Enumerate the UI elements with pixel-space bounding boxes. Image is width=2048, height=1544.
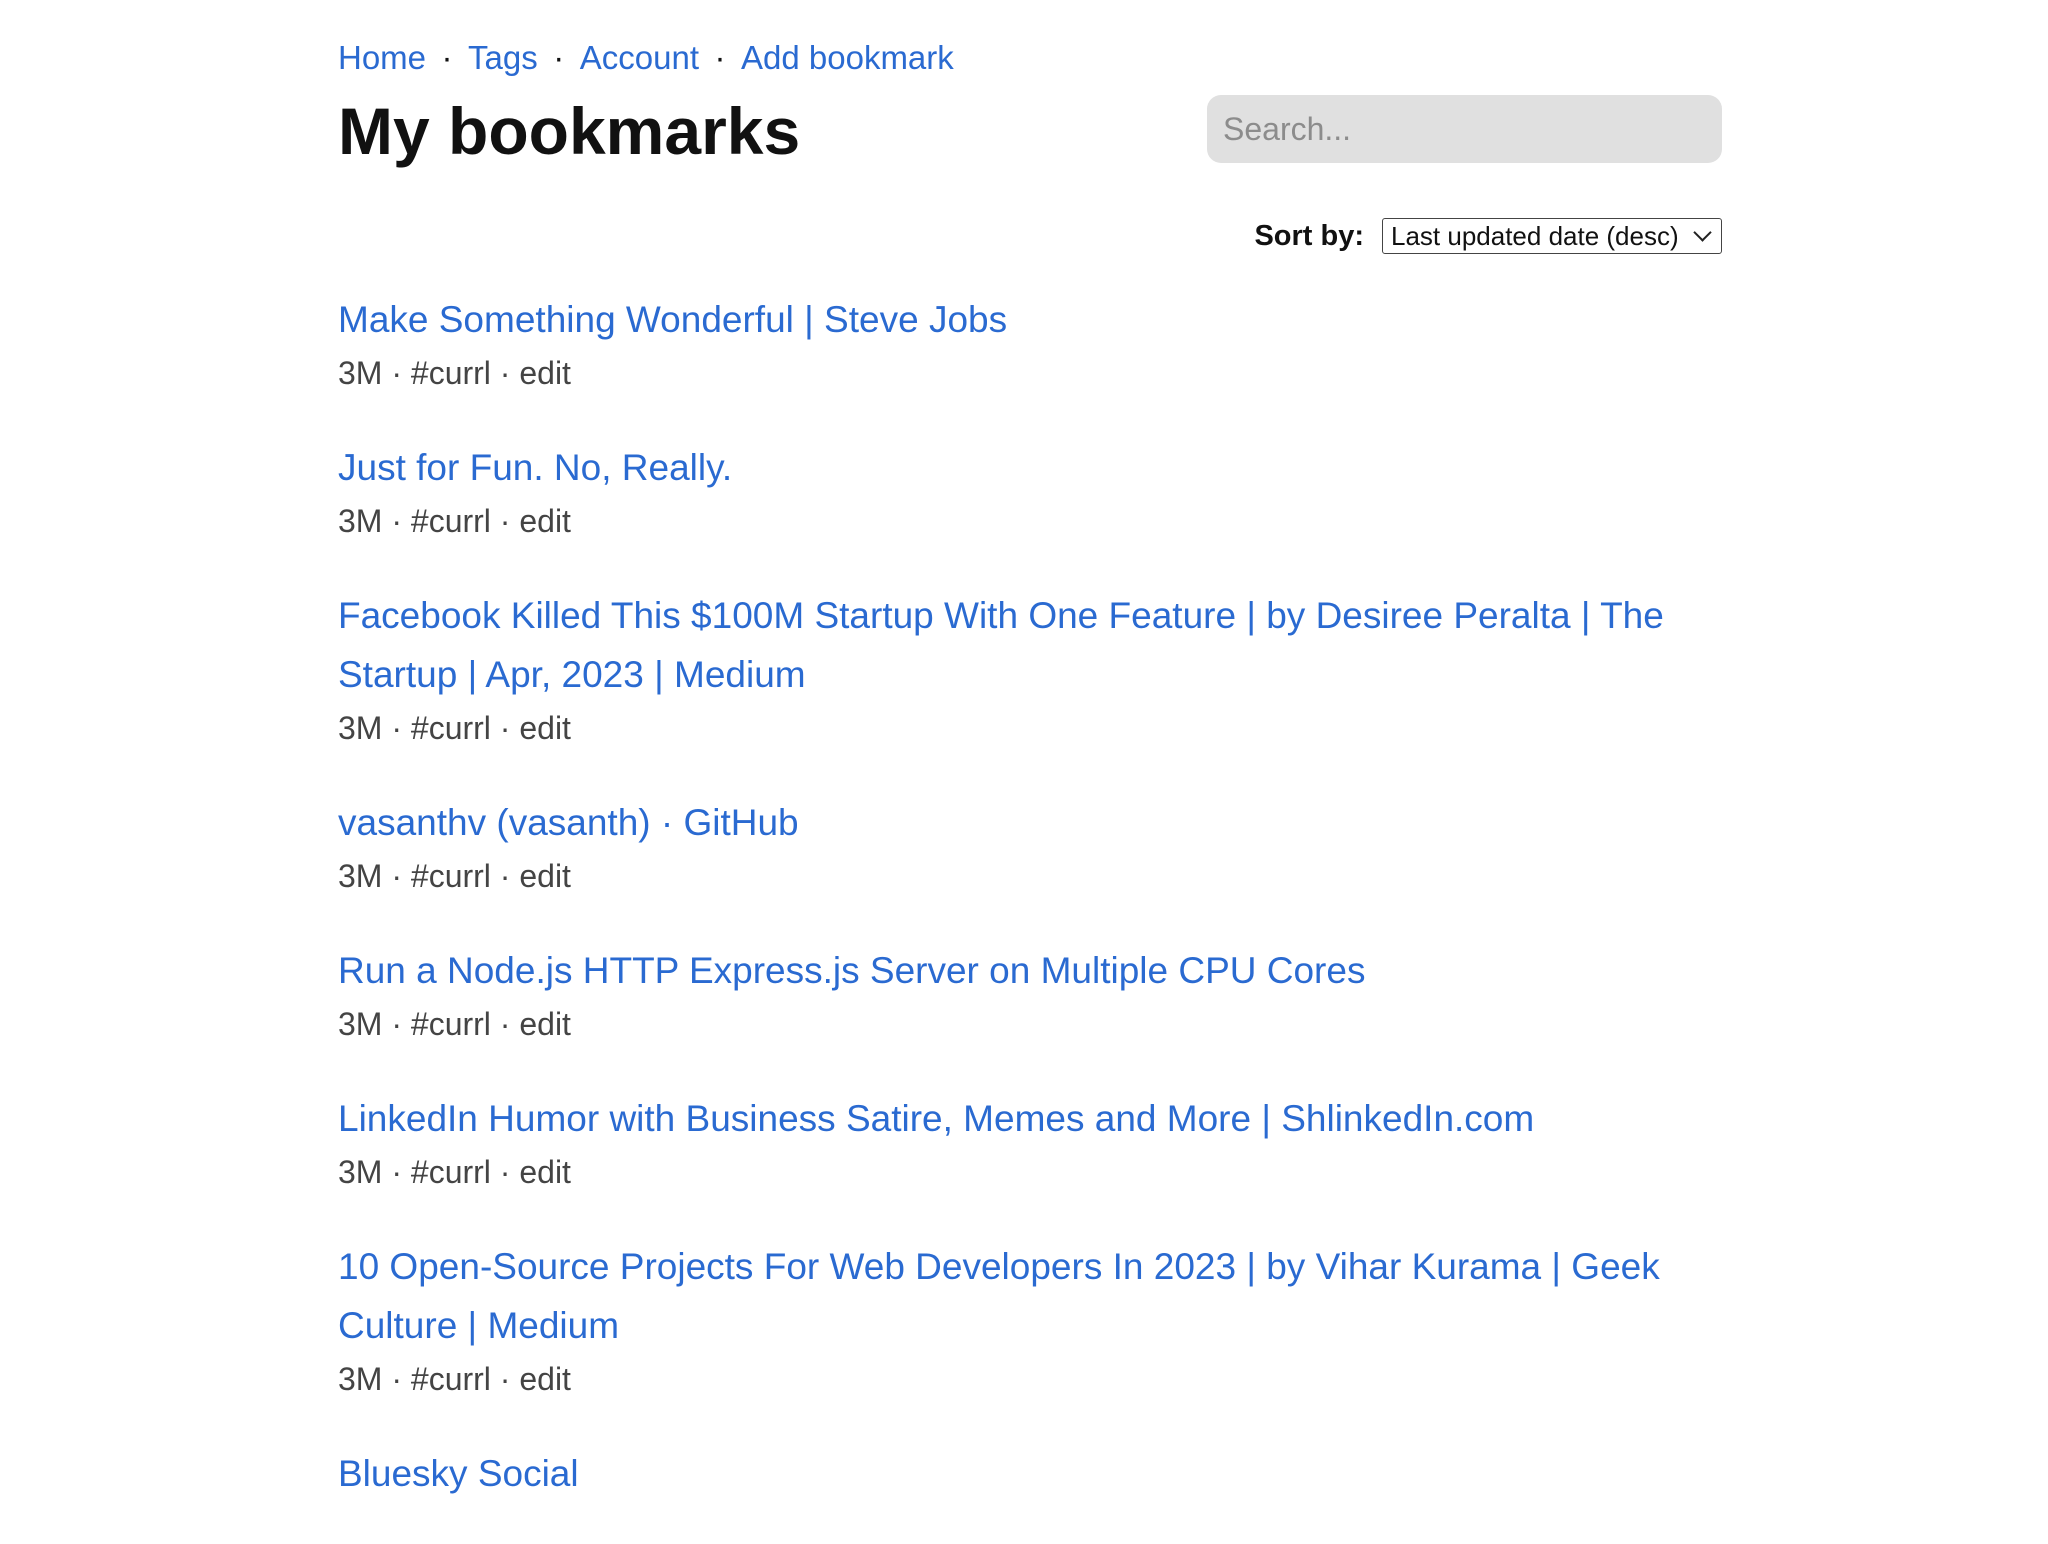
bookmark-edit-link[interactable]: edit xyxy=(519,355,571,391)
bookmark-item: vasanthv (vasanth) · GitHub 3M · #currl … xyxy=(338,793,1722,900)
bookmark-meta: 3M · #currl · edit xyxy=(338,710,571,746)
bookmark-age: 3M xyxy=(338,1154,383,1190)
bookmark-item: Run a Node.js HTTP Express.js Server on … xyxy=(338,941,1722,1048)
nav-tags-link[interactable]: Tags xyxy=(468,39,538,76)
bookmark-tag-link[interactable]: #currl xyxy=(411,1361,491,1397)
nav-account-link[interactable]: Account xyxy=(580,39,699,76)
bookmark-age: 3M xyxy=(338,1006,383,1042)
bookmark-title-link[interactable]: Facebook Killed This $100M Startup With … xyxy=(338,586,1722,704)
bookmark-edit-link[interactable]: edit xyxy=(519,710,571,746)
bookmark-tag-link[interactable]: #currl xyxy=(411,858,491,894)
bookmark-title-link[interactable]: Run a Node.js HTTP Express.js Server on … xyxy=(338,941,1722,1000)
bookmark-title-link[interactable]: LinkedIn Humor with Business Satire, Mem… xyxy=(338,1089,1722,1148)
sort-select[interactable]: Last updated date (desc) xyxy=(1382,218,1722,254)
chevron-down-icon xyxy=(1693,223,1712,242)
bookmark-meta: 3M · #currl · edit xyxy=(338,1361,571,1397)
bookmark-tag-link[interactable]: #currl xyxy=(411,355,491,391)
bookmark-title-link[interactable]: Just for Fun. No, Really. xyxy=(338,438,1722,497)
bookmark-age: 3M xyxy=(338,858,383,894)
bookmark-edit-link[interactable]: edit xyxy=(519,1154,571,1190)
bookmark-meta: 3M · #currl · edit xyxy=(338,503,571,539)
bookmark-edit-link[interactable]: edit xyxy=(519,503,571,539)
bookmark-title-link[interactable]: vasanthv (vasanth) · GitHub xyxy=(338,793,1722,852)
bookmark-list: Make Something Wonderful | Steve Jobs 3M… xyxy=(338,290,1722,1544)
bookmark-age: 3M xyxy=(338,710,383,746)
page-title: My bookmarks xyxy=(338,94,801,168)
bookmark-edit-link[interactable]: edit xyxy=(519,1361,571,1397)
bookmark-tag-link[interactable]: #currl xyxy=(411,503,491,539)
bookmark-meta: 3M · #currl · edit xyxy=(338,1154,571,1190)
sort-control: Sort by: Last updated date (desc) xyxy=(1254,217,1722,255)
bookmark-item: Bluesky Social xyxy=(338,1444,1722,1503)
bookmark-edit-link[interactable]: edit xyxy=(519,858,571,894)
bookmark-item: Just for Fun. No, Really. 3M · #currl · … xyxy=(338,438,1722,545)
nav-separator: · xyxy=(441,39,453,76)
bookmark-meta: 3M · #currl · edit xyxy=(338,858,571,894)
bookmark-meta: 3M · #currl · edit xyxy=(338,1006,571,1042)
bookmark-tag-link[interactable]: #currl xyxy=(411,1006,491,1042)
sort-label: Sort by: xyxy=(1254,219,1364,252)
bookmark-item: Make Something Wonderful | Steve Jobs 3M… xyxy=(338,290,1722,397)
bookmark-age: 3M xyxy=(338,1361,383,1397)
nav-separator: · xyxy=(553,39,565,76)
bookmark-item: LinkedIn Humor with Business Satire, Mem… xyxy=(338,1089,1722,1196)
bookmark-meta: 3M · #currl · edit xyxy=(338,355,571,391)
search-input[interactable] xyxy=(1207,95,1722,163)
sort-selected-value: Last updated date (desc) xyxy=(1391,220,1679,251)
bookmark-tag-link[interactable]: #currl xyxy=(411,710,491,746)
bookmark-age: 3M xyxy=(338,503,383,539)
bookmark-title-link[interactable]: 10 Open-Source Projects For Web Develope… xyxy=(338,1237,1722,1355)
bookmark-age: 3M xyxy=(338,355,383,391)
nav-add-bookmark-link[interactable]: Add bookmark xyxy=(741,39,954,76)
bookmark-title-link[interactable]: Make Something Wonderful | Steve Jobs xyxy=(338,290,1722,349)
bookmark-edit-link[interactable]: edit xyxy=(519,1006,571,1042)
bookmark-tag-link[interactable]: #currl xyxy=(411,1154,491,1190)
bookmark-item: Facebook Killed This $100M Startup With … xyxy=(338,586,1722,752)
bookmark-title-link[interactable]: Bluesky Social xyxy=(338,1444,1722,1503)
bookmark-item: 10 Open-Source Projects For Web Develope… xyxy=(338,1237,1722,1403)
nav-home-link[interactable]: Home xyxy=(338,39,426,76)
top-nav: Home · Tags · Account · Add bookmark xyxy=(338,36,954,80)
nav-separator: · xyxy=(714,39,726,76)
